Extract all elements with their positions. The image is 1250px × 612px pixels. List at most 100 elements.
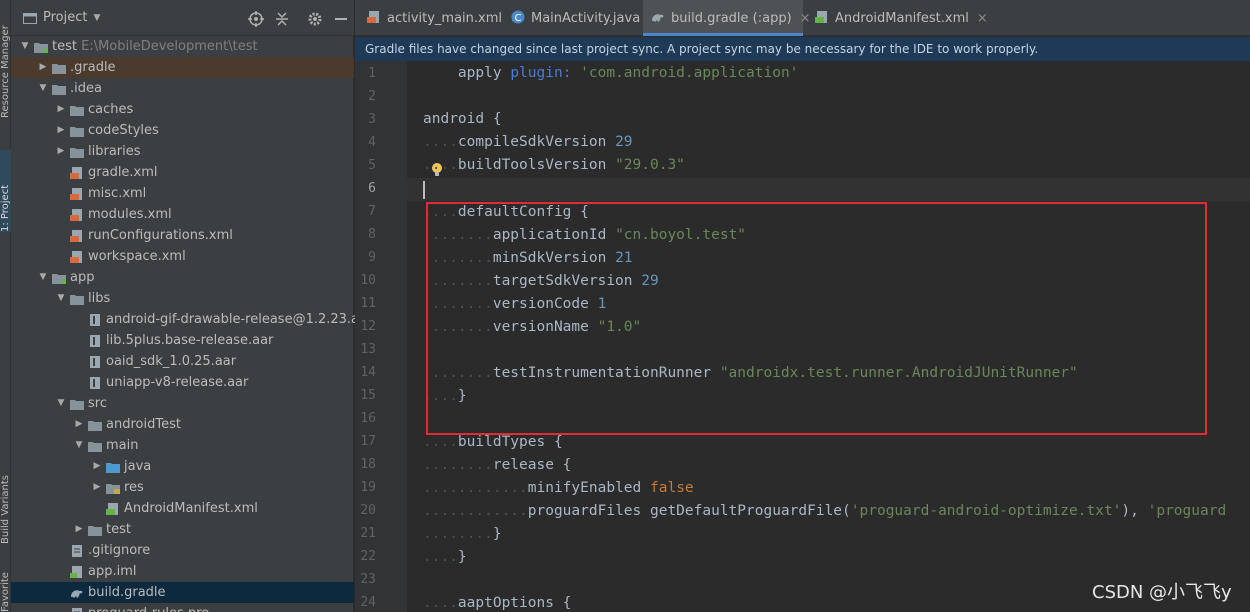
tree-item-src[interactable]: ▼ src bbox=[11, 393, 354, 414]
chevron-down-icon[interactable]: ▼ bbox=[37, 267, 49, 288]
chevron-right-icon[interactable]: ▶ bbox=[91, 477, 103, 498]
red-highlight-box bbox=[426, 202, 1207, 435]
tree-item-label: .idea bbox=[70, 81, 102, 96]
tree-item-label: androidTest bbox=[106, 417, 181, 432]
xml-file-icon bbox=[70, 188, 82, 200]
chevron-down-icon[interactable]: ▼ bbox=[55, 288, 67, 309]
folder-icon bbox=[52, 64, 66, 74]
tree-item-build-gradle[interactable]: build.gradle bbox=[11, 582, 354, 603]
build-variants-tab[interactable]: Build Variants bbox=[0, 462, 11, 544]
chevron-down-icon[interactable]: ▼ bbox=[19, 36, 31, 57]
tree-item-libs[interactable]: ▼ libs bbox=[11, 288, 354, 309]
line-number: 11 bbox=[360, 296, 376, 311]
chevron-right-icon[interactable]: ▶ bbox=[55, 120, 67, 141]
line-number: 22 bbox=[360, 549, 376, 564]
tree-item-gradle[interactable]: ▶ .gradle bbox=[11, 57, 354, 78]
xml-file-icon bbox=[70, 209, 82, 221]
project-panel: Project ▼ ▼ test E:\MobileDevelopment\tes… bbox=[11, 0, 372, 612]
tree-item-app[interactable]: ▼ app bbox=[11, 267, 354, 288]
source-folder-icon bbox=[106, 463, 120, 473]
code-line-3: android { bbox=[423, 111, 502, 127]
tree-item-caches[interactable]: ▶ caches bbox=[11, 99, 354, 120]
tree-item-res[interactable]: ▶ res bbox=[11, 477, 354, 498]
side-tool-strip: Resource Manager 1: Project Build Varian… bbox=[0, 0, 11, 612]
chevron-down-icon: ▼ bbox=[93, 12, 101, 23]
chevron-right-icon[interactable]: ▶ bbox=[55, 99, 67, 120]
code-line-18: ........release { bbox=[423, 457, 572, 473]
tree-item-gitignore[interactable]: .gitignore bbox=[11, 540, 354, 561]
tree-item-androidmanifest-xml[interactable]: AndroidManifest.xml bbox=[11, 498, 354, 519]
tab-mainactivity-java[interactable]: CMainActivity.java× bbox=[503, 0, 659, 36]
collapse-all-icon[interactable] bbox=[274, 11, 290, 27]
tree-item-workspace-xml[interactable]: workspace.xml bbox=[11, 246, 354, 267]
tab-androidmanifest-xml[interactable]: AndroidManifest.xml × bbox=[807, 0, 988, 36]
tree-item-idea[interactable]: ▼ .idea bbox=[11, 78, 354, 99]
chevron-right-icon[interactable]: ▶ bbox=[55, 141, 67, 162]
tree-item-gradle-xml[interactable]: gradle.xml bbox=[11, 162, 354, 183]
tree-item-label: build.gradle bbox=[88, 585, 166, 600]
tree-item-label: main bbox=[106, 438, 139, 453]
folder-icon bbox=[70, 400, 84, 410]
tree-item-android-gif-drawable-release-1-2-23-aar[interactable]: android-gif-drawable-release@1.2.23.aar bbox=[11, 309, 372, 330]
tree-item-misc-xml[interactable]: misc.xml bbox=[11, 183, 354, 204]
resource-manager-tab[interactable]: Resource Manager bbox=[0, 0, 11, 118]
tree-item-runconfigurations-xml[interactable]: runConfigurations.xml bbox=[11, 225, 354, 246]
line-number: 6 bbox=[368, 181, 376, 196]
line-number: 3 bbox=[368, 112, 376, 127]
xml-file-icon bbox=[367, 11, 379, 23]
tree-item-main[interactable]: ▼ main bbox=[11, 435, 354, 456]
tab-label: build.gradle (:app) bbox=[671, 11, 792, 26]
project-panel-title: Project bbox=[43, 10, 88, 25]
close-icon[interactable]: × bbox=[977, 11, 988, 26]
tab-label: MainActivity.java bbox=[531, 11, 641, 26]
tab-build-gradle-app[interactable]: build.gradle (:app) × bbox=[643, 0, 811, 36]
tree-item-proguard-rules-pro[interactable]: proguard-rules.pro bbox=[11, 603, 354, 612]
chevron-down-icon[interactable]: ▼ bbox=[37, 78, 49, 99]
tree-item-label: codeStyles bbox=[88, 123, 159, 138]
xml-file-icon bbox=[70, 251, 82, 263]
line-number: 8 bbox=[368, 227, 376, 242]
project-view-selector[interactable]: Project ▼ bbox=[23, 10, 100, 25]
text-file-icon bbox=[72, 545, 82, 557]
tree-item-label: libraries bbox=[88, 144, 141, 159]
chevron-right-icon[interactable]: ▶ bbox=[73, 519, 85, 540]
tree-item-test[interactable]: ▶ test bbox=[11, 519, 354, 540]
tree-item-label: app.iml bbox=[88, 564, 137, 579]
tree-item-app-iml[interactable]: app.iml bbox=[11, 561, 354, 582]
tree-item-test[interactable]: ▼ test E:\MobileDevelopment\test bbox=[11, 36, 354, 57]
tree-item-oaid-sdk-1-0-25-aar[interactable]: oaid_sdk_1.0.25.aar bbox=[11, 351, 354, 372]
line-number: 19 bbox=[360, 480, 376, 495]
chevron-right-icon[interactable]: ▶ bbox=[91, 456, 103, 477]
code-line-24: ....aaptOptions { bbox=[423, 595, 572, 611]
hide-panel-icon[interactable] bbox=[333, 11, 349, 27]
tab-activity-main-xml[interactable]: activity_main.xml× bbox=[359, 0, 521, 36]
tree-item-label: android-gif-drawable-release@1.2.23.aar bbox=[106, 312, 373, 327]
tree-item-label: test E:\MobileDevelopment\test bbox=[52, 39, 258, 54]
code-editor[interactable]: apply plugin: 'com.android.application' … bbox=[407, 61, 1250, 612]
project-tool-tab[interactable]: 1: Project bbox=[0, 150, 11, 232]
folder-icon bbox=[70, 148, 84, 158]
tree-item-label: test bbox=[106, 522, 131, 537]
tree-item-modules-xml[interactable]: modules.xml bbox=[11, 204, 354, 225]
line-number: 2 bbox=[368, 89, 376, 104]
tree-item-uniapp-v8-release-aar[interactable]: uniapp-v8-release.aar bbox=[11, 372, 354, 393]
tree-item-lib-5plus-base-release-aar[interactable]: lib.5plus.base-release.aar bbox=[11, 330, 354, 351]
chevron-right-icon[interactable]: ▶ bbox=[73, 414, 85, 435]
xml-file-icon bbox=[70, 167, 82, 179]
line-number: 21 bbox=[360, 526, 376, 541]
chevron-down-icon[interactable]: ▼ bbox=[55, 393, 67, 414]
text-caret bbox=[423, 181, 425, 199]
gear-icon[interactable] bbox=[307, 11, 323, 27]
favorites-tab[interactable]: Favorites bbox=[0, 572, 11, 612]
tree-item-libraries[interactable]: ▶ libraries bbox=[11, 141, 354, 162]
manifest-file-icon bbox=[106, 503, 118, 515]
line-number: 14 bbox=[360, 365, 376, 380]
chevron-right-icon[interactable]: ▶ bbox=[37, 57, 49, 78]
tree-item-java[interactable]: ▶ java bbox=[11, 456, 354, 477]
tree-item-codestyles[interactable]: ▶ codeStyles bbox=[11, 120, 354, 141]
chevron-down-icon[interactable]: ▼ bbox=[73, 435, 85, 456]
locate-file-icon[interactable] bbox=[248, 11, 264, 27]
tree-item-androidtest[interactable]: ▶ androidTest bbox=[11, 414, 354, 435]
resource-folder-icon bbox=[106, 484, 120, 494]
line-number: 23 bbox=[360, 572, 376, 587]
